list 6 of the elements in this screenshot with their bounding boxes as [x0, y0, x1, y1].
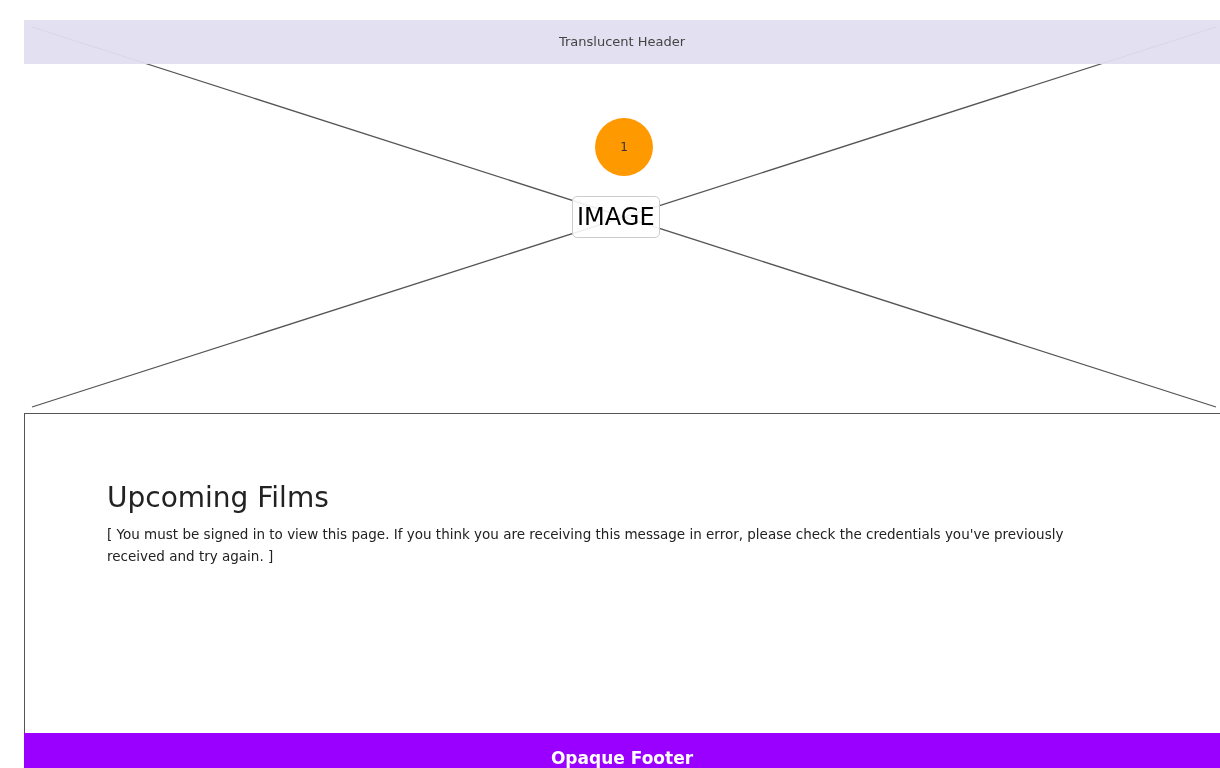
image-label: IMAGE [572, 196, 660, 238]
page-heading: Upcoming Films [107, 480, 330, 515]
header-bar: Translucent Header [24, 20, 1220, 64]
number-badge: 1 [595, 118, 653, 176]
footer-title: Opaque Footer [550, 748, 694, 768]
message-text: [ You must be signed in to view this page. If you think you are receiving this message in error, please check the credentials you've previously received and try again. ] [107, 525, 1065, 566]
